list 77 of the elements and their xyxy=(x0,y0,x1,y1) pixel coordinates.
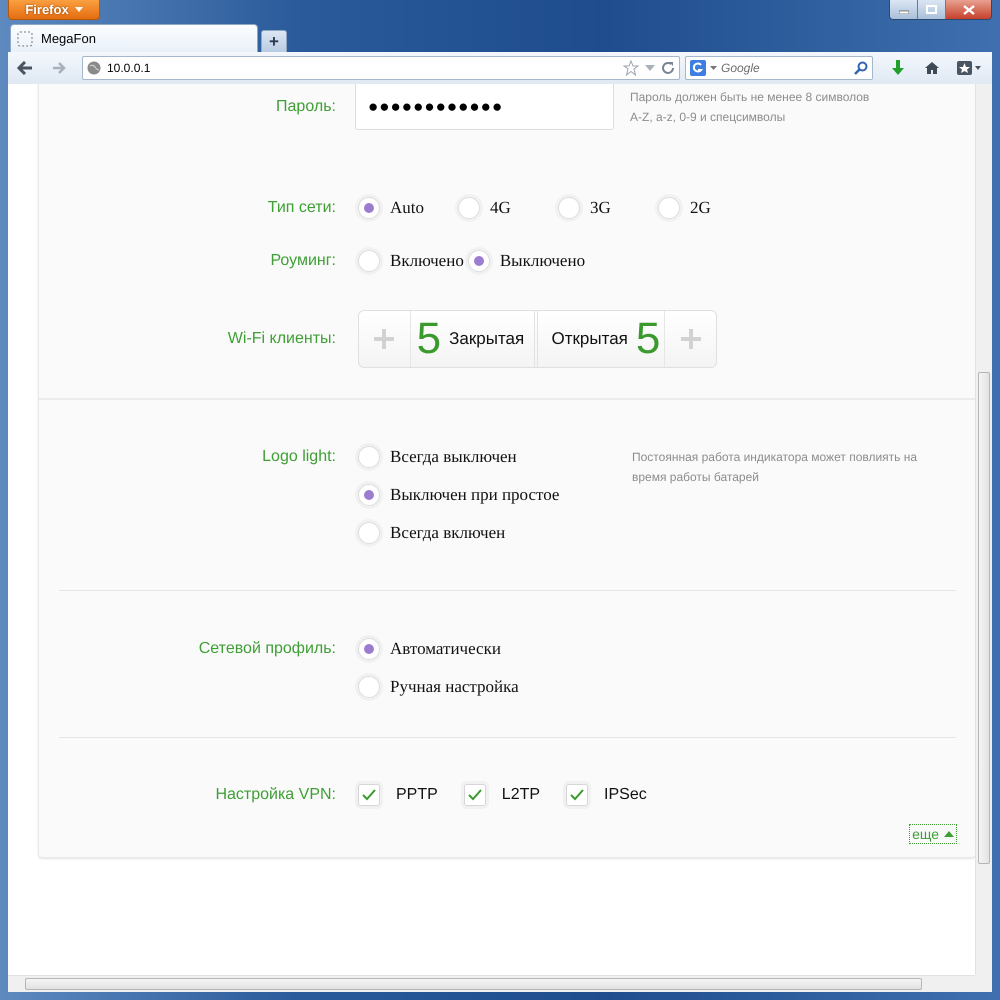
reload-icon[interactable] xyxy=(661,61,675,75)
hint-text: A-Z, a-z, 0-9 и спецсимволы xyxy=(630,109,786,126)
download-arrow-icon xyxy=(891,60,905,76)
search-icon[interactable] xyxy=(854,61,868,75)
search-engine-icon[interactable] xyxy=(690,60,706,76)
vertical-scrollbar[interactable] xyxy=(975,84,992,975)
field-label: Тип сети: xyxy=(266,198,336,218)
radio-button[interactable] xyxy=(658,197,680,219)
caret-down-icon[interactable] xyxy=(645,65,655,71)
caret-down-icon[interactable] xyxy=(710,66,717,70)
option-label: Включено xyxy=(390,251,464,271)
close-icon xyxy=(962,4,974,14)
field-label: Роуминг: xyxy=(269,251,336,271)
option-label: Ручная настройка xyxy=(390,677,519,697)
checkbox[interactable] xyxy=(464,784,486,806)
radio-button[interactable] xyxy=(358,197,380,219)
option-label: Всегда выключен xyxy=(390,447,517,467)
scroll-thumb[interactable] xyxy=(25,978,922,990)
network-label: Закрытая xyxy=(449,329,524,349)
option-label: IPSec xyxy=(604,786,647,804)
star-icon[interactable] xyxy=(623,60,639,76)
caret-up-icon xyxy=(944,831,954,837)
option-label: 3G xyxy=(590,198,611,218)
option-label: Автоматически xyxy=(390,639,501,659)
radio-button[interactable] xyxy=(358,446,380,468)
address-bar[interactable]: 10.0.0.1 xyxy=(82,56,680,80)
field-label: Настройка VPN: xyxy=(214,785,336,805)
browser-tab[interactable]: MegaFon xyxy=(10,24,258,52)
scroll-thumb[interactable] xyxy=(978,372,990,864)
field-label: Logo light: xyxy=(261,447,336,467)
option-label: 2G xyxy=(690,198,711,218)
bookmarks-icon xyxy=(957,61,981,75)
radio-button[interactable] xyxy=(358,484,380,506)
plus-icon xyxy=(372,327,396,351)
maximize-button[interactable] xyxy=(918,0,946,19)
client-count: 5 xyxy=(416,317,442,361)
caret-down-icon xyxy=(74,7,83,12)
hint-text: Постоянная работа индикатора может повлиять на xyxy=(632,449,918,466)
option-label: Auto xyxy=(390,198,424,218)
radio-button[interactable] xyxy=(358,638,380,660)
password-field[interactable]: ●●●●●●●●●●●● xyxy=(355,84,614,130)
field-label: Wi-Fi клиенты: xyxy=(226,329,336,349)
forward-arrow-icon xyxy=(52,62,66,74)
maximize-icon xyxy=(926,5,937,14)
field-label: Пароль: xyxy=(275,97,336,117)
checkbox[interactable] xyxy=(566,784,588,806)
minimize-button[interactable] xyxy=(890,0,918,19)
option-label: L2TP xyxy=(502,786,540,804)
hint-text: время работы батарей xyxy=(632,469,760,486)
radio-button[interactable] xyxy=(358,250,380,272)
check-icon xyxy=(468,789,482,801)
option-label: Выключено xyxy=(500,251,586,271)
back-arrow-icon xyxy=(17,61,33,75)
client-count: 5 xyxy=(636,317,660,361)
radio-button[interactable] xyxy=(358,522,380,544)
globe-icon xyxy=(87,61,101,75)
horizontal-scrollbar[interactable] xyxy=(8,975,975,992)
plus-icon xyxy=(678,327,703,351)
option-label: Выключен при простое xyxy=(390,485,560,505)
radio-button[interactable] xyxy=(458,197,480,219)
check-icon xyxy=(570,789,584,801)
option-label: 4G xyxy=(490,198,511,218)
radio-button[interactable] xyxy=(558,197,580,219)
home-icon xyxy=(924,61,940,75)
check-icon xyxy=(362,789,376,801)
search-field[interactable]: Google xyxy=(685,56,873,80)
checkbox[interactable] xyxy=(358,784,380,806)
new-tab-button[interactable]: + xyxy=(261,30,287,52)
option-label: Всегда включен xyxy=(390,523,506,543)
network-label: Открытая xyxy=(551,329,628,349)
option-label: PPTP xyxy=(396,786,438,804)
field-label: Сетевой профиль: xyxy=(198,639,336,659)
radio-button[interactable] xyxy=(358,676,380,698)
page-icon xyxy=(17,30,33,46)
close-button[interactable] xyxy=(946,0,991,19)
hint-text: Пароль должен быть не менее 8 символов xyxy=(630,89,870,106)
radio-button[interactable] xyxy=(468,250,490,272)
